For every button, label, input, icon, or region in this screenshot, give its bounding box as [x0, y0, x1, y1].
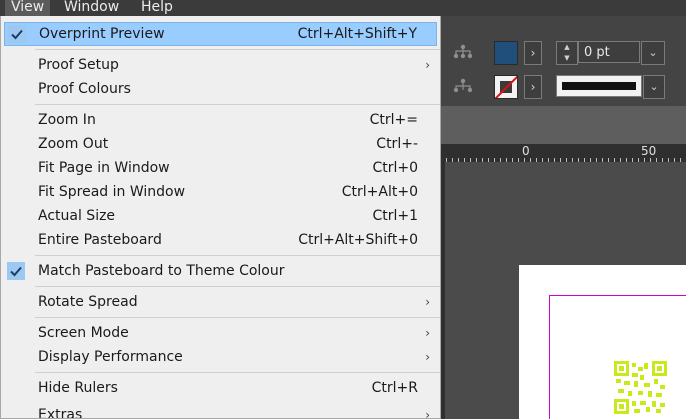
menu-item-label: Match Pasteboard to Theme Colour — [38, 263, 285, 279]
menu-separator — [35, 372, 440, 373]
fill-swatch[interactable] — [494, 41, 518, 65]
menu-item-zoom-in[interactable]: Zoom In Ctrl+= — [1, 108, 440, 132]
menu-item-zoom-out[interactable]: Zoom Out Ctrl+- — [1, 132, 440, 156]
menu-item-label: Zoom Out — [38, 136, 109, 152]
chevron-right-icon: › — [425, 295, 430, 309]
chevron-right-icon: › — [425, 58, 430, 72]
menu-item-label: Fit Page in Window — [38, 160, 170, 176]
chevron-right-icon: › — [530, 80, 536, 94]
menu-item-screen-mode[interactable]: Screen Mode › — [1, 321, 440, 345]
menu-separator — [35, 104, 440, 105]
menu-item-label: Entire Pasteboard — [38, 232, 162, 248]
horizontal-ruler[interactable]: 0 50 — [440, 144, 686, 162]
view-menu-dropdown: Overprint Preview Ctrl+Alt+Shift+Y Proof… — [0, 16, 441, 419]
chevron-down-icon: ⌄ — [649, 80, 659, 93]
menu-separator — [35, 255, 440, 256]
menu-item-extras[interactable]: Extras › — [1, 403, 440, 419]
menu-item-label: Hide Rulers — [38, 380, 118, 396]
menu-separator — [35, 49, 440, 50]
menu-item-label: Screen Mode — [38, 325, 129, 341]
stroke-options-button[interactable]: › — [524, 75, 542, 99]
menu-item-shortcut: Ctrl+= — [369, 112, 418, 128]
stroke-type-dropdown[interactable]: ⌄ — [643, 75, 665, 99]
ruler-label-50: 50 — [641, 144, 657, 158]
menu-item-hide-rulers[interactable]: Hide Rulers Ctrl+R — [1, 376, 440, 400]
menu-item-label: Extras — [38, 407, 83, 419]
menu-item-proof-setup[interactable]: Proof Setup › — [1, 53, 440, 77]
menu-item-fit-page[interactable]: Fit Page in Window Ctrl+0 — [1, 156, 440, 180]
menu-item-label: Zoom In — [38, 112, 96, 128]
ruler-label-0: 0 — [522, 144, 530, 158]
menu-view[interactable]: View — [5, 0, 51, 16]
menu-item-overprint-preview[interactable]: Overprint Preview Ctrl+Alt+Shift+Y — [4, 22, 437, 46]
menu-item-shortcut: Ctrl+Alt+0 — [341, 184, 418, 200]
stroke-weight-input[interactable]: 0 pt — [578, 41, 640, 63]
menu-item-label: Fit Spread in Window — [38, 184, 186, 200]
chevron-right-icon: › — [425, 350, 430, 364]
menu-item-shortcut: Ctrl+Alt+Shift+0 — [298, 232, 418, 248]
menu-item-shortcut: Ctrl+Alt+Shift+Y — [297, 26, 417, 42]
checkmark-icon — [7, 262, 25, 280]
menu-item-label: Overprint Preview — [39, 26, 165, 42]
menu-item-label: Display Performance — [38, 349, 183, 365]
menu-item-rotate-spread[interactable]: Rotate Spread › — [1, 290, 440, 314]
qr-code-image[interactable] — [614, 361, 667, 414]
menu-bar: View Window Help — [0, 0, 686, 16]
menu-item-label: Actual Size — [38, 208, 116, 224]
menu-item-label: Rotate Spread — [38, 294, 138, 310]
menu-item-display-performance[interactable]: Display Performance › — [1, 345, 440, 369]
document-tab-strip — [440, 106, 686, 144]
menu-item-match-pasteboard[interactable]: Match Pasteboard to Theme Colour — [1, 259, 440, 283]
reference-point-icon — [452, 44, 474, 64]
menu-item-label: Proof Colours — [38, 81, 131, 97]
menu-separator — [35, 317, 440, 318]
menu-item-shortcut: Ctrl+R — [371, 380, 418, 396]
stroke-swatch[interactable] — [494, 75, 518, 99]
chevron-right-icon: › — [530, 46, 536, 60]
checkmark-icon — [8, 25, 26, 43]
menu-item-actual-size[interactable]: Actual Size Ctrl+1 — [1, 204, 440, 228]
distribute-icon — [452, 78, 474, 98]
menu-item-label: Proof Setup — [38, 57, 119, 73]
menu-item-entire-pasteboard[interactable]: Entire Pasteboard Ctrl+Alt+Shift+0 — [1, 228, 440, 252]
menu-item-fit-spread[interactable]: Fit Spread in Window Ctrl+Alt+0 — [1, 180, 440, 204]
stroke-weight-dropdown[interactable]: ⌄ — [641, 41, 665, 65]
spinner-arrows-icon[interactable]: ▲ ▼ — [556, 41, 578, 65]
menu-help[interactable]: Help — [141, 0, 173, 16]
stroke-type-select[interactable] — [556, 75, 642, 97]
menu-item-shortcut: Ctrl+- — [376, 136, 418, 152]
menu-item-proof-colours[interactable]: Proof Colours — [1, 77, 440, 101]
control-panel: › › ▲ ▼ 0 pt ⌄ ⌄ — [440, 16, 686, 106]
menu-window[interactable]: Window — [64, 0, 119, 16]
chevron-right-icon: › — [425, 408, 430, 419]
menu-separator — [35, 286, 440, 287]
chevron-right-icon: › — [425, 326, 430, 340]
menu-item-shortcut: Ctrl+1 — [372, 208, 418, 224]
menu-item-shortcut: Ctrl+0 — [372, 160, 418, 176]
chevron-down-icon: ⌄ — [648, 46, 658, 59]
fill-options-button[interactable]: › — [524, 41, 542, 65]
